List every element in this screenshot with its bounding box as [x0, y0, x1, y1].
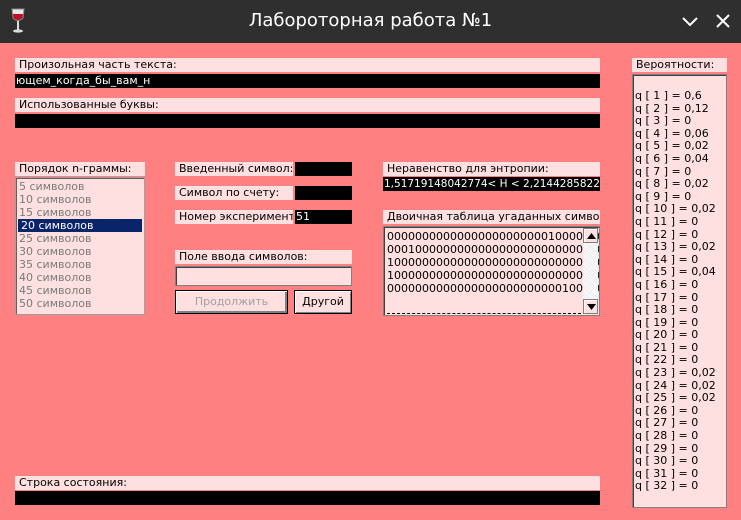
entered-symbol-field — [295, 162, 352, 176]
binary-table-label: Двоичная таблица угаданных символов: — [383, 210, 600, 224]
probability-line: q [ 11 ] = 0 — [635, 214, 699, 228]
binary-table-line: 1000000000000000000000000000000000 — [387, 269, 599, 282]
divider — [387, 313, 581, 314]
symbol-count-label: Символ по счету: — [175, 186, 293, 200]
experiment-number-field: 51 — [295, 210, 352, 224]
chevron-down-icon[interactable] — [679, 10, 701, 32]
status-field — [15, 491, 600, 505]
binary-table-line: 1000000000000000000000000000000000 — [387, 256, 599, 269]
experiment-number-label: Номер эксперимента: — [175, 210, 293, 224]
probability-line: q [ 1 ] = 0,6 — [635, 89, 702, 102]
ngram-item[interactable]: 25 символов — [16, 232, 144, 245]
symbol-input[interactable] — [175, 266, 352, 286]
binary-table-line: 0001000000000000000000000000000000 — [387, 243, 599, 256]
scroll-down-icon[interactable] — [583, 299, 598, 314]
probability-line: q [ 20 ] = 0 — [635, 328, 699, 342]
continue-button[interactable]: Продолжить — [175, 290, 288, 314]
status-label: Строка состояния: — [15, 476, 600, 490]
used-letters-label: Использованные буквы: — [15, 98, 600, 112]
probability-line: q [ 30 ] = 0 — [635, 454, 699, 468]
ngram-item[interactable]: 30 символов — [16, 245, 144, 258]
input-field-label: Поле ввода символов: — [175, 250, 352, 264]
probabilities-label: Вероятности: — [632, 58, 727, 72]
probability-line: q [ 3 ] = 0 — [635, 114, 692, 128]
ngram-item[interactable]: 45 символов — [16, 284, 144, 297]
binary-table-scrollbar[interactable] — [583, 228, 598, 314]
ngram-listbox[interactable]: 5 символов 10 символов 15 символов 20 си… — [15, 177, 145, 315]
probability-line: q [ 8 ] = 0,02 — [635, 177, 709, 191]
probability-line: q [ 32 ] = 0 — [635, 479, 699, 493]
probability-line: q [ 23 ] = 0,02 — [635, 366, 716, 380]
close-icon[interactable] — [712, 10, 734, 32]
other-button[interactable]: Другой — [294, 290, 352, 314]
window-title: Лабороторная работа №1 — [248, 10, 493, 31]
binary-table-line: 0000000000000000000000000100000000 — [387, 282, 599, 295]
text-part-label: Произольная часть текста: — [15, 58, 600, 72]
symbol-count-field — [295, 186, 352, 200]
ngram-item[interactable]: 50 символов — [16, 297, 144, 310]
probability-line: q [ 28 ] = 0 — [635, 429, 699, 443]
probability-line: q [ 13 ] = 0,02 — [635, 240, 716, 254]
ngram-item[interactable]: 15 символов — [16, 206, 144, 219]
entered-symbol-label: Введенный символ: — [175, 162, 293, 176]
used-letters-field — [15, 114, 600, 128]
binary-table-line: 0000000000000000000000010000000000 — [387, 230, 599, 243]
ngram-item[interactable]: 10 символов — [16, 193, 144, 206]
ngram-item-selected[interactable]: 20 символов — [18, 219, 142, 232]
probability-line: q [ 25 ] = 0,02 — [635, 391, 716, 405]
probability-line: q [ 6 ] = 0,04 — [635, 151, 709, 165]
ngram-item[interactable]: 40 символов — [16, 271, 144, 284]
text-part-field: ющем_когда_бы_вам_н — [15, 74, 600, 88]
entropy-label: Неравенство для энтропии: — [383, 162, 600, 176]
ngram-item[interactable]: 35 символов — [16, 258, 144, 271]
ngram-label: Порядок n-граммы: — [15, 162, 145, 176]
binary-table-memo[interactable]: 0000000000000000000000010000000000 00010… — [383, 226, 600, 316]
probabilities-memo[interactable]: q [ 1 ] = 0,6 q [ 2 ] = 0,12 q [ 3 ] = 0… — [632, 74, 727, 508]
ngram-item[interactable]: 5 символов — [16, 180, 144, 193]
scroll-up-icon[interactable] — [583, 228, 598, 243]
title-bar: Лабороторная работа №1 — [0, 0, 741, 43]
entropy-field: 1,51719148042774< H < 2,21442858227981 — [383, 177, 600, 191]
probability-line: q [ 18 ] = 0 — [635, 303, 699, 317]
probability-line: q [ 16 ] = 0 — [635, 277, 699, 291]
